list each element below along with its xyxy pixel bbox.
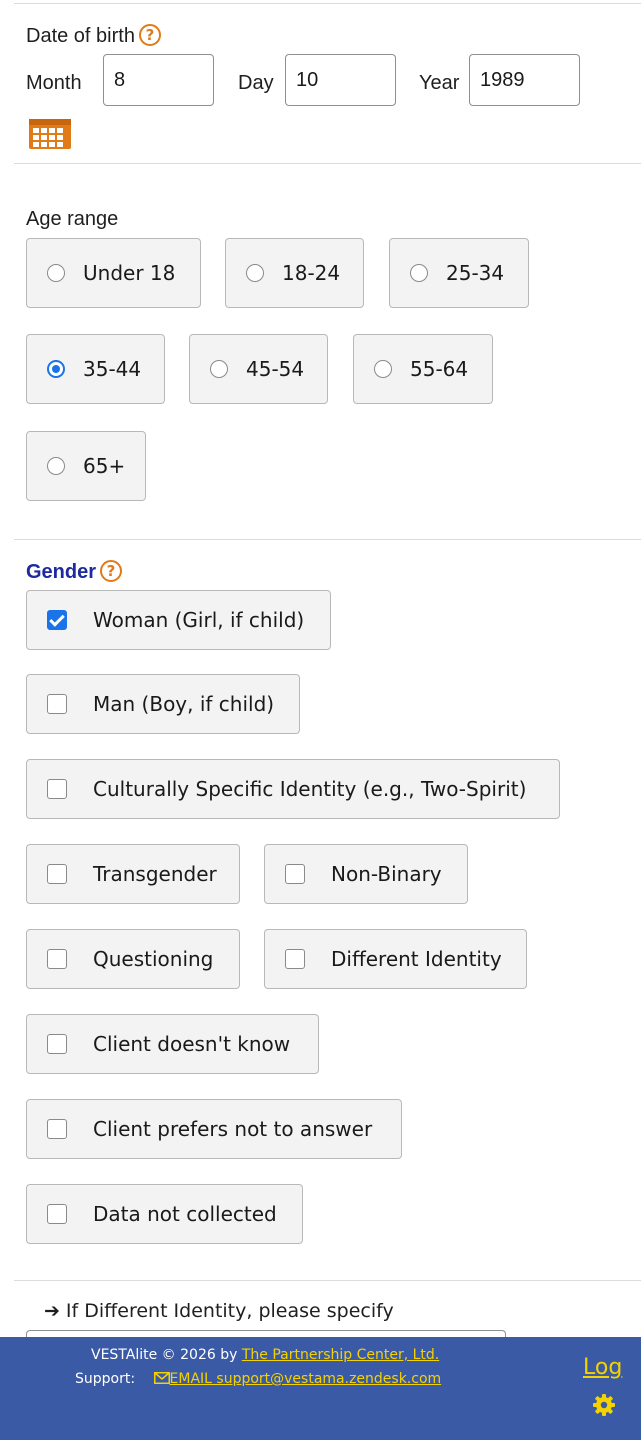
gear-icon[interactable] (592, 1393, 616, 1417)
age-option-25-34[interactable]: 25-34 (389, 238, 529, 308)
day-label: Day (238, 72, 274, 94)
email-support-link[interactable]: EMAIL support@vestama.zendesk.com (153, 1371, 442, 1387)
radio-35-44[interactable] (47, 360, 65, 378)
age-option-65-plus[interactable]: 65+ (26, 431, 146, 501)
gender-divider (14, 1280, 641, 1281)
radio-25-34[interactable] (410, 264, 428, 282)
checkbox-questioning[interactable] (47, 949, 67, 969)
log-link[interactable]: Log (583, 1355, 622, 1380)
gender-option-label: Questioning (93, 947, 214, 971)
age-option-label: 55-64 (410, 357, 469, 381)
radio-under-18[interactable] (47, 264, 65, 282)
gender-option-label: Transgender (93, 862, 217, 886)
gender-label-row: Gender? (26, 560, 123, 584)
gender-option-label: Non-Binary (331, 862, 442, 886)
dob-label-row: Date of birth? (26, 24, 161, 48)
age-option-label: 25-34 (446, 261, 505, 285)
gender-option-label: Different Identity (331, 947, 502, 971)
age-option-label: 65+ (83, 454, 126, 478)
checkbox-non-binary[interactable] (285, 864, 305, 884)
checkbox-woman[interactable] (47, 610, 67, 630)
gender-option-label: Woman (Girl, if child) (93, 608, 305, 632)
age-option-55-64[interactable]: 55-64 (353, 334, 493, 404)
age-option-under-18[interactable]: Under 18 (26, 238, 201, 308)
gender-option-label: Client doesn't know (93, 1032, 291, 1056)
age-option-45-54[interactable]: 45-54 (189, 334, 328, 404)
calendar-icon[interactable] (28, 116, 72, 150)
checkbox-client-doesnt-know[interactable] (47, 1034, 67, 1054)
footer-copyright: VESTAlite © 2026 by (91, 1347, 238, 1363)
gender-label: Gender (26, 561, 97, 583)
footer-copyright-row: VESTAlite © 2026 by The Partnership Cent… (91, 1347, 439, 1363)
age-option-label: 18-24 (282, 261, 341, 285)
age-option-label: 45-54 (246, 357, 305, 381)
radio-55-64[interactable] (374, 360, 392, 378)
gender-option-transgender[interactable]: Transgender (26, 844, 240, 904)
gender-option-data-not-collected[interactable]: Data not collected (26, 1184, 303, 1244)
gender-option-label: Culturally Specific Identity (e.g., Two-… (93, 777, 527, 801)
footer: VESTAlite © 2026 by The Partnership Cent… (0, 1337, 641, 1440)
gender-option-label: Man (Boy, if child) (93, 692, 275, 716)
top-divider (14, 3, 641, 4)
company-link[interactable]: The Partnership Center, Ltd. (242, 1347, 439, 1363)
gender-help-icon[interactable]: ? (100, 560, 123, 582)
month-input[interactable]: 8 (103, 54, 214, 106)
checkbox-data-not-collected[interactable] (47, 1204, 67, 1224)
gender-option-prefers-not-to-answer[interactable]: Client prefers not to answer (26, 1099, 402, 1159)
age-option-label: Under 18 (83, 261, 176, 285)
envelope-icon (153, 1372, 170, 1384)
footer-support-row: Support: EMAIL support@vestama.zendesk.c… (75, 1371, 441, 1387)
different-identity-prompt: If Different Identity, please specify (65, 1300, 394, 1322)
dob-divider (14, 163, 641, 164)
checkbox-transgender[interactable] (47, 864, 67, 884)
year-input[interactable]: 1989 (469, 54, 580, 106)
arrow-right-icon: ➔ (44, 1300, 60, 1322)
different-identity-prompt-row: ➔ If Different Identity, please specify (44, 1300, 394, 1322)
age-option-label: 35-44 (83, 357, 142, 381)
gender-option-label: Data not collected (93, 1202, 277, 1226)
age-divider (14, 539, 641, 540)
support-label: Support: (75, 1371, 136, 1387)
checkbox-prefers-not-to-answer[interactable] (47, 1119, 67, 1139)
checkbox-different-identity[interactable] (285, 949, 305, 969)
gender-option-label: Client prefers not to answer (93, 1117, 373, 1141)
gender-option-different-identity[interactable]: Different Identity (264, 929, 527, 989)
year-label: Year (419, 72, 460, 94)
age-option-35-44[interactable]: 35-44 (26, 334, 165, 404)
day-input[interactable]: 10 (285, 54, 396, 106)
month-label: Month (26, 72, 82, 94)
gender-option-non-binary[interactable]: Non-Binary (264, 844, 468, 904)
checkbox-man[interactable] (47, 694, 67, 714)
radio-65-plus[interactable] (47, 457, 65, 475)
checkbox-culturally-specific[interactable] (47, 779, 67, 799)
gender-option-questioning[interactable]: Questioning (26, 929, 240, 989)
gender-option-culturally-specific[interactable]: Culturally Specific Identity (e.g., Two-… (26, 759, 560, 819)
dob-label: Date of birth (26, 25, 135, 47)
gender-option-man[interactable]: Man (Boy, if child) (26, 674, 300, 734)
radio-45-54[interactable] (210, 360, 228, 378)
dob-help-icon[interactable]: ? (138, 24, 161, 46)
gender-option-client-doesnt-know[interactable]: Client doesn't know (26, 1014, 319, 1074)
age-option-18-24[interactable]: 18-24 (225, 238, 364, 308)
email-link-text: EMAIL support@vestama.zendesk.com (169, 1371, 442, 1387)
age-range-label: Age range (26, 208, 119, 230)
gender-option-woman[interactable]: Woman (Girl, if child) (26, 590, 331, 650)
radio-18-24[interactable] (246, 264, 264, 282)
